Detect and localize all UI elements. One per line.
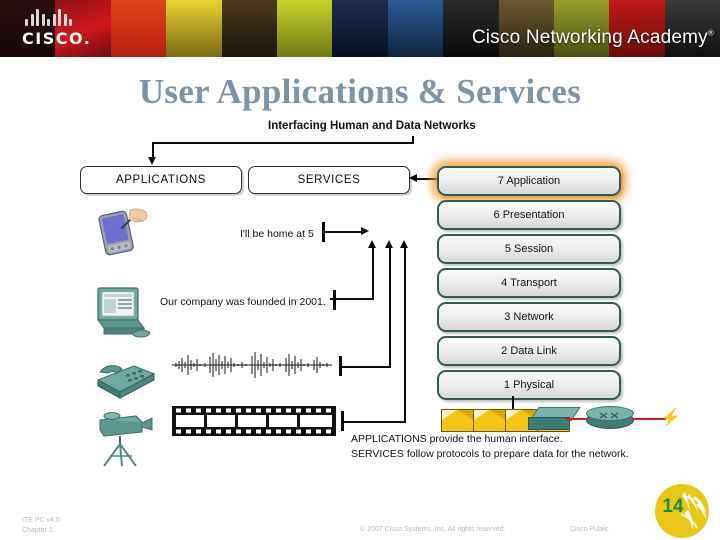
osi-layer-5-session[interactable]: 5 Session xyxy=(437,234,621,264)
footer-course-info: ITE PC v4.0 Chapter 1 xyxy=(22,516,60,536)
networking-academy-text: Cisco Networking Academy xyxy=(471,27,708,48)
osi-layer-label: 5 Session xyxy=(504,243,554,255)
cisco-logo: CISCO. xyxy=(22,9,152,51)
services-to-layer7-line xyxy=(416,178,438,180)
banner-strip xyxy=(276,0,333,57)
networking-academy-title: Cisco Networking Academy® xyxy=(472,27,714,49)
osi-layer-label: 2 Data Link xyxy=(501,345,557,357)
message-elbow-horizontal xyxy=(330,298,374,300)
diagram-headline: Interfacing Human and Data Networks xyxy=(268,120,476,132)
osi-layer-3-network[interactable]: 3 Network xyxy=(437,302,621,332)
audio-elbow-vertical xyxy=(389,248,391,368)
switch-front-face xyxy=(528,417,570,430)
pda-stylus-icon xyxy=(92,206,150,258)
trademark-symbol: ® xyxy=(707,28,714,38)
caption-line-2: SERVICES follow protocols to prepare dat… xyxy=(351,448,629,460)
document-endpoint-tick xyxy=(333,290,336,310)
network-router-icon xyxy=(586,406,634,432)
film-elbow-horizontal xyxy=(343,421,406,423)
cisco-bars-icon xyxy=(22,9,152,26)
message-converge-arrow-icon xyxy=(368,240,376,248)
cisco-wordmark-dot: . xyxy=(83,29,92,48)
page-title: User Applications & Services xyxy=(138,72,582,111)
footer-chapter: Chapter 1 xyxy=(22,527,53,534)
osi-layer-label: 6 Presentation xyxy=(493,209,565,221)
headline-connector-horizontal xyxy=(152,142,414,144)
page-number: 14 xyxy=(662,496,684,517)
video-camera-icon xyxy=(90,406,158,468)
osi-layer-4-transport[interactable]: 4 Transport xyxy=(437,268,621,298)
osi-layer-label: 1 Physical xyxy=(503,379,555,391)
osi-layer-1-physical[interactable]: 1 Physical xyxy=(437,370,621,400)
physical-to-network-line xyxy=(512,396,514,410)
headline-connector-left-vertical xyxy=(152,142,154,158)
cisco-wordmark-text: CISCO xyxy=(22,29,84,48)
diagram-canvas: Interfacing Human and Data Networks APPL… xyxy=(0,118,720,478)
applications-box: APPLICATIONS xyxy=(80,166,242,194)
footer-copyright: © 2007 Cisco Systems, Inc. All rights re… xyxy=(360,526,506,533)
audio-converge-arrow-icon xyxy=(385,240,393,248)
banner-strip xyxy=(221,0,277,57)
lightning-bolt-icon: ⚡ xyxy=(660,408,682,427)
footer: ITE PC v4.0 Chapter 1 © 2007 Cisco Syste… xyxy=(0,516,720,540)
header-banner: CISCO. Cisco Networking Academy® xyxy=(0,0,720,57)
headline-arrow-down-icon xyxy=(148,157,156,165)
applications-box-label: APPLICATIONS xyxy=(115,174,207,186)
osi-layer-7-application[interactable]: 7 Application xyxy=(437,166,621,196)
telephone-icon xyxy=(90,356,158,402)
banner-strip xyxy=(332,0,388,57)
caption-line-1: APPLICATIONS provide the human interface… xyxy=(351,433,563,445)
services-box: SERVICES xyxy=(248,166,410,194)
osi-layer-2-datalink[interactable]: 2 Data Link xyxy=(437,336,621,366)
message-arrow-right-icon xyxy=(361,227,369,235)
osi-layer-label: 3 Network xyxy=(504,311,554,323)
osi-layer-6-presentation[interactable]: 6 Presentation xyxy=(437,200,621,230)
film-converge-arrow-icon xyxy=(400,240,408,248)
osi-layer-label: 4 Transport xyxy=(501,277,557,289)
film-elbow-vertical xyxy=(404,248,406,423)
desktop-computer-icon xyxy=(92,286,156,342)
slide: CISCO. Cisco Networking Academy® User Ap… xyxy=(0,0,720,540)
packet-envelope-icon xyxy=(473,409,506,432)
network-link-line xyxy=(566,418,588,420)
message-text: I'll be home at 5 xyxy=(240,228,314,240)
services-box-label: SERVICES xyxy=(297,174,361,186)
banner-strip xyxy=(166,0,222,57)
headline-connector-right-vertical xyxy=(412,136,414,144)
packet-envelope-icon xyxy=(441,409,474,432)
document-text: Our company was founded in 2001. xyxy=(160,296,326,308)
audio-waveform xyxy=(172,350,332,380)
film-strip xyxy=(172,406,336,436)
audio-elbow-horizontal xyxy=(341,366,391,368)
osi-layer-label: 7 Application xyxy=(497,175,561,187)
services-arrow-left-icon xyxy=(409,174,417,182)
router-arrows-icon xyxy=(597,408,621,419)
footer-course: ITE PC v4.0 xyxy=(22,517,60,524)
cisco-wordmark: CISCO. xyxy=(22,29,152,48)
message-elbow-vertical xyxy=(372,248,374,300)
banner-strip xyxy=(387,0,444,57)
message-arrow-line xyxy=(324,231,362,233)
footer-classification: Cisco Public xyxy=(570,526,609,533)
